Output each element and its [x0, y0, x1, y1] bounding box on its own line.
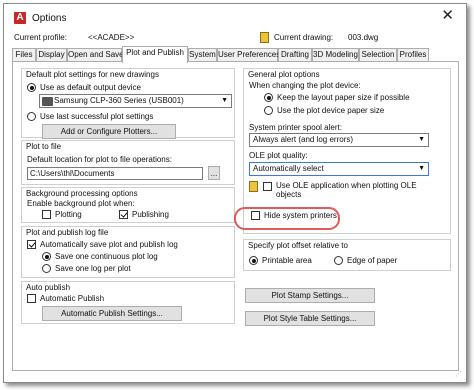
autocad-icon: A	[14, 12, 26, 24]
use-device-paper-label: Use the plot device paper size	[277, 106, 385, 115]
background-processing-group: Background processing options Enable bac…	[21, 187, 235, 223]
plot-to-file-group: Plot to file Default location for plot t…	[21, 140, 235, 185]
ole-quality-select[interactable]: Automatically select ▼	[249, 162, 429, 176]
browse-button[interactable]: ...	[208, 166, 220, 180]
use-last-successful-radio[interactable]	[27, 112, 36, 121]
drawing-icon	[260, 32, 269, 43]
spool-alert-label: System printer spool alert:	[249, 123, 342, 132]
tab-display[interactable]: Display	[36, 48, 67, 62]
use-output-device-radio[interactable]	[27, 83, 36, 92]
default-settings-title: Default plot settings for new drawings	[26, 70, 159, 79]
use-ole-app-checkbox[interactable]	[263, 182, 272, 191]
one-log-per-plot-label: Save one log per plot	[55, 264, 131, 273]
use-last-successful-label: Use last successful plot settings	[40, 112, 154, 121]
options-dialog: A Options ✕ Current profile: <<ACADE>> C…	[3, 3, 467, 383]
current-profile-label: Current profile:	[14, 33, 67, 42]
printable-area-radio[interactable]	[249, 256, 258, 265]
profile-row: Current profile: <<ACADE>> Current drawi…	[4, 32, 466, 47]
one-log-per-plot-radio[interactable]	[42, 264, 51, 273]
plot-stamp-settings-button[interactable]: Plot Stamp Settings...	[245, 288, 375, 303]
default-settings-group: Default plot settings for new drawings U…	[21, 68, 235, 139]
edge-of-paper-label: Edge of paper	[347, 256, 398, 265]
plotting-checkbox[interactable]	[42, 210, 51, 219]
highlight-annotation	[234, 207, 340, 230]
keep-layout-paper-radio[interactable]	[264, 93, 273, 102]
chevron-down-icon: ▼	[221, 97, 228, 104]
printable-area-label: Printable area	[262, 256, 312, 265]
title-bar: A Options ✕	[4, 4, 466, 31]
output-device-select[interactable]: Samsung CLP-360 Series (USB001) ▼	[39, 94, 232, 108]
tab-drafting[interactable]: Drafting	[278, 48, 312, 62]
edge-of-paper-radio[interactable]	[334, 256, 343, 265]
plot-offset-title: Specify plot offset relative to	[248, 241, 348, 250]
publishing-checkbox[interactable]	[119, 210, 128, 219]
auto-publish-group: Auto publish Automatic Publish Automatic…	[21, 281, 235, 324]
publishing-label: Publishing	[132, 210, 169, 219]
automatic-publish-label: Automatic Publish	[40, 294, 105, 303]
auto-save-log-checkbox[interactable]	[27, 240, 36, 249]
auto-save-log-label: Automatically save plot and publish log	[40, 240, 178, 249]
plotting-label: Plotting	[55, 210, 82, 219]
automatic-publish-checkbox[interactable]	[27, 294, 36, 303]
keep-layout-paper-label: Keep the layout paper size if possible	[277, 93, 410, 102]
close-icon[interactable]: ✕	[441, 8, 454, 23]
tab-user-preferences[interactable]: User Preferences	[217, 48, 280, 62]
tab-profiles[interactable]: Profiles	[397, 48, 429, 62]
location-input[interactable]: C:\Users\thl\Documents	[27, 167, 203, 180]
spool-alert-select[interactable]: Always alert (and log errors) ▼	[249, 133, 429, 147]
tab-system[interactable]: System	[188, 48, 217, 62]
spool-alert-value: Always alert (and log errors)	[253, 135, 354, 144]
log-file-group: Plot and publish log file Automatically …	[21, 226, 235, 278]
general-plot-options-title: General plot options	[248, 70, 320, 79]
continuous-log-radio[interactable]	[42, 252, 51, 261]
background-processing-title: Background processing options	[26, 189, 138, 198]
tab-3d-modeling[interactable]: 3D Modeling	[312, 48, 359, 62]
auto-publish-title: Auto publish	[26, 283, 71, 292]
tab-files[interactable]: Files	[12, 48, 36, 62]
printer-icon	[42, 97, 53, 106]
dialog-title: Options	[32, 13, 67, 24]
ole-quality-value: Automatically select	[253, 164, 324, 173]
current-profile-value: <<ACADE>>	[88, 33, 135, 42]
plot-to-file-title: Plot to file	[26, 142, 62, 151]
log-file-title: Plot and publish log file	[26, 228, 109, 237]
tab-selection[interactable]: Selection	[359, 48, 397, 62]
enable-background-label: Enable background plot when:	[27, 199, 135, 208]
continuous-log-label: Save one continuous plot log	[55, 252, 158, 261]
current-drawing-value: 003.dwg	[348, 33, 379, 42]
tab-open-and-save[interactable]: Open and Save	[67, 48, 124, 62]
resize-grip-icon[interactable]: ⋰	[455, 370, 462, 378]
output-device-value: Samsung CLP-360 Series (USB001)	[54, 96, 184, 105]
chevron-down-icon: ▼	[418, 136, 425, 143]
location-label: Default location for plot to file operat…	[27, 155, 172, 164]
automatic-publish-settings-button[interactable]: Automatic Publish Settings...	[42, 306, 182, 321]
use-device-paper-radio[interactable]	[264, 106, 273, 115]
use-output-device-label: Use as default output device	[40, 83, 141, 92]
add-configure-plotters-button[interactable]: Add or Configure Plotters...	[42, 124, 176, 139]
use-ole-app-label: Use OLE application when plotting OLE ob…	[276, 181, 417, 199]
ole-icon	[249, 181, 258, 192]
when-changing-label: When changing the plot device:	[249, 81, 361, 90]
ole-quality-label: OLE plot quality:	[249, 151, 308, 160]
plot-style-table-settings-button[interactable]: Plot Style Table Settings...	[245, 311, 375, 326]
plot-offset-group: Specify plot offset relative to Printabl…	[243, 239, 451, 271]
tab-plot-and-publish[interactable]: Plot and Publish	[122, 46, 188, 63]
current-drawing-label: Current drawing:	[274, 33, 334, 42]
chevron-down-icon: ▼	[418, 165, 425, 172]
